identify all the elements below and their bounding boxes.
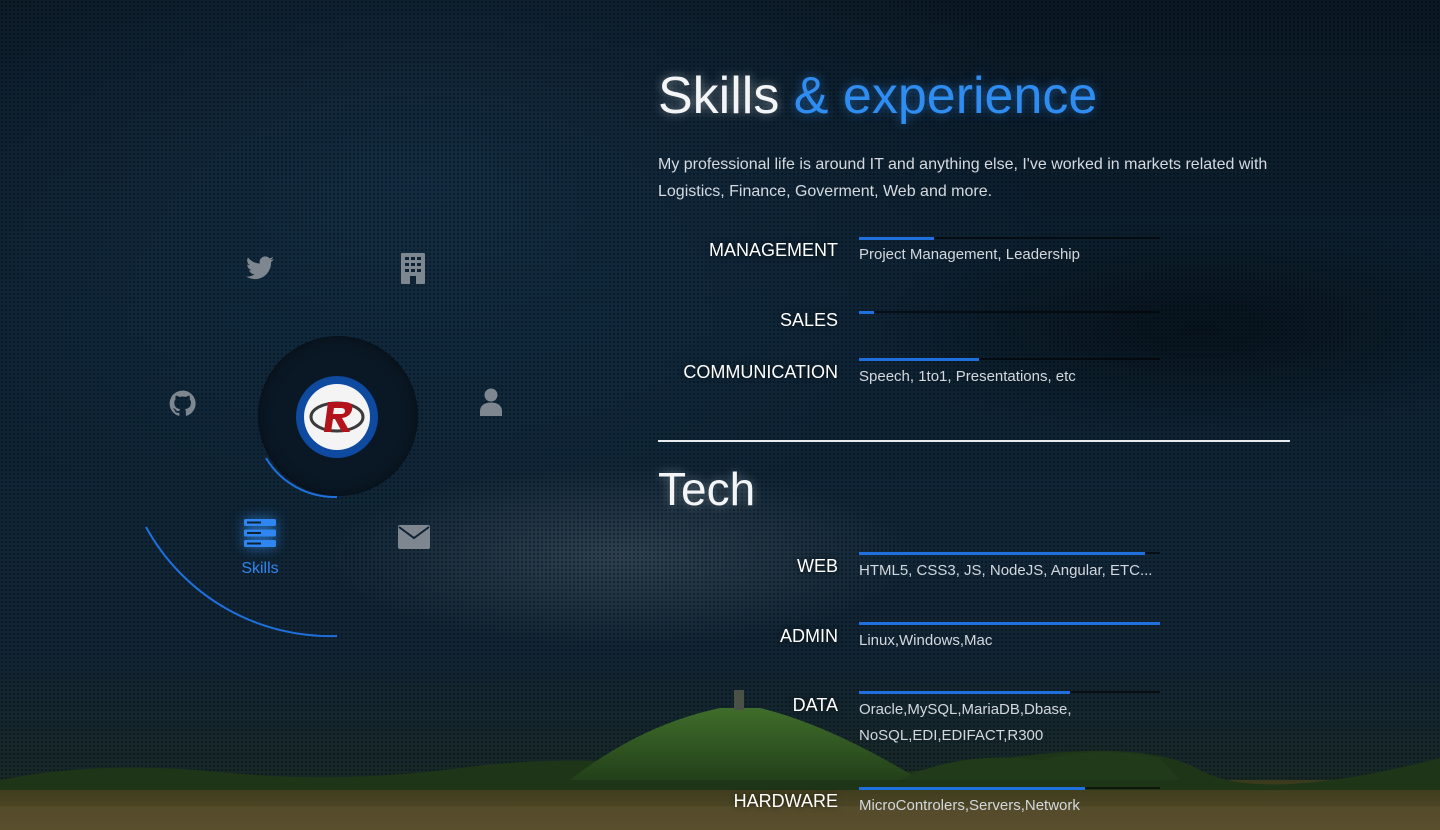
building-icon[interactable] xyxy=(398,252,428,284)
skill-bar xyxy=(859,237,1160,240)
skill-desc: MicroControlers,Servers,Network xyxy=(859,797,1080,814)
user-icon[interactable] xyxy=(476,386,506,418)
skills-icon[interactable] xyxy=(240,516,280,550)
skill-name: WEB xyxy=(796,556,838,576)
skill-name: ADMIN xyxy=(780,626,838,646)
skill-bar xyxy=(859,358,1160,361)
skill-name: HARDWARE xyxy=(733,791,838,811)
skill-desc: Speech, 1to1, Presentations, etc xyxy=(859,368,1076,385)
skill-bar-fill xyxy=(859,787,1085,790)
skill-bar xyxy=(859,311,1160,314)
skill-name: COMMUNICATION xyxy=(683,362,838,382)
title-accent: & experience xyxy=(793,67,1098,125)
skill-bar-fill xyxy=(859,311,875,314)
skill-bar-fill xyxy=(859,691,1070,694)
skill-bar-fill xyxy=(859,358,980,361)
intro-text: My professional life is around IT and an… xyxy=(658,156,1268,200)
logo-r-mark xyxy=(309,401,365,433)
page-title: Skills & experience xyxy=(658,66,1097,126)
skill-desc: Project Management, Leadership xyxy=(859,246,1080,263)
skill-name: SALES xyxy=(779,310,838,330)
skill-bar-fill xyxy=(859,552,1145,555)
envelope-icon[interactable] xyxy=(396,522,432,552)
skill-desc: HTML5, CSS3, JS, NodeJS, Angular, ETC... xyxy=(859,562,1153,579)
skill-desc: Linux,Windows,Mac xyxy=(859,632,993,649)
skill-desc: Oracle,MySQL,MariaDB,Dbase, NoSQL,EDI,ED… xyxy=(859,701,1072,744)
skill-bar xyxy=(859,552,1160,555)
skill-bar-fill xyxy=(859,237,935,240)
github-icon[interactable] xyxy=(166,388,198,418)
skill-bar xyxy=(859,691,1160,694)
title-main: Skills xyxy=(658,67,780,125)
landscape-background xyxy=(0,690,1440,830)
section-divider xyxy=(658,440,1290,442)
skill-bar-fill xyxy=(859,622,1160,625)
tech-section-title: Tech xyxy=(658,463,756,515)
skill-name: DATA xyxy=(792,695,838,715)
skill-bar xyxy=(859,622,1160,625)
twitter-icon[interactable] xyxy=(244,254,276,282)
skill-name: MANAGEMENT xyxy=(708,240,838,260)
logo[interactable] xyxy=(296,376,378,458)
skill-bar xyxy=(859,787,1160,790)
skills-nav-label[interactable]: Skills xyxy=(220,560,300,578)
